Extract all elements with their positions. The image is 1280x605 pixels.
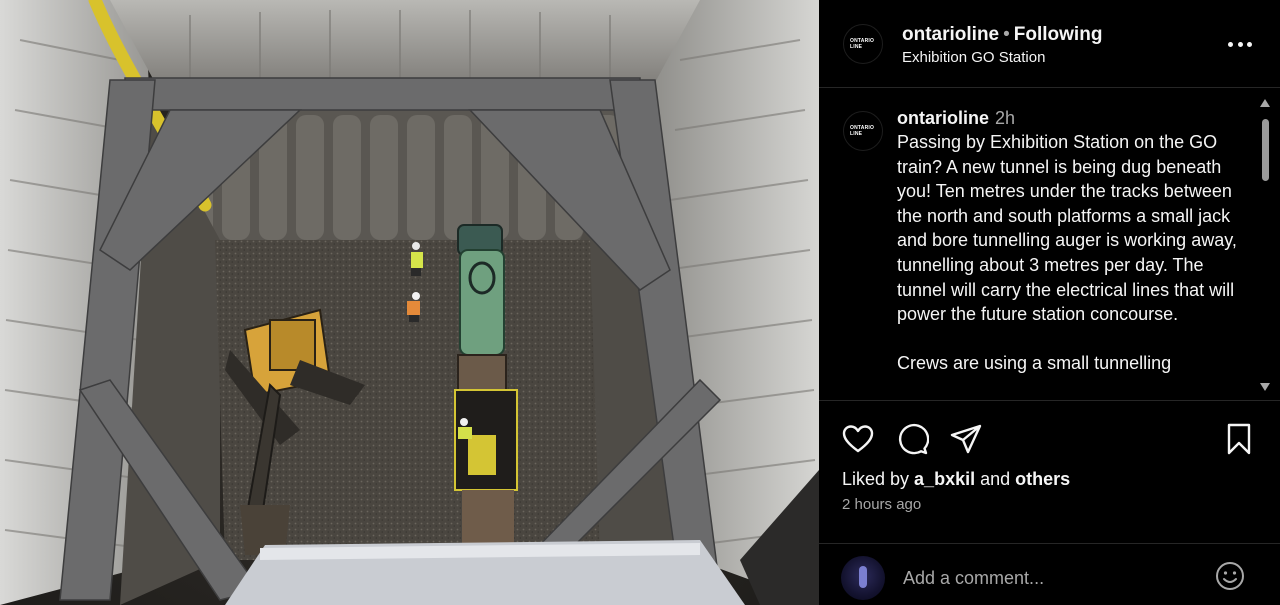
caption-author-avatar[interactable]: ONTARIO LINE bbox=[843, 111, 883, 151]
author-username[interactable]: ontarioline bbox=[902, 24, 999, 45]
liked-and: and bbox=[975, 469, 1016, 489]
header-title-line: ontarioline • Following bbox=[902, 24, 1102, 46]
current-user-avatar bbox=[841, 556, 885, 600]
author-avatar[interactable]: ONTARIO LINE bbox=[843, 24, 883, 64]
post-photo[interactable] bbox=[0, 0, 819, 605]
post-header: ONTARIO LINE ontarioline • Following Exhib… bbox=[819, 0, 1280, 88]
avatar-figure bbox=[859, 566, 867, 588]
likes-summary[interactable]: Liked by a_bxkil and others bbox=[842, 469, 1070, 490]
separator-dot: • bbox=[1003, 24, 1010, 45]
caption-body: ontarioline 2h Passing by Exhibition Stat… bbox=[897, 106, 1242, 376]
heart-icon[interactable] bbox=[841, 422, 875, 456]
emoji-icon[interactable] bbox=[1214, 560, 1246, 592]
scroll-up-arrow-icon[interactable] bbox=[1260, 99, 1270, 107]
more-dot bbox=[1228, 41, 1233, 47]
more-dot bbox=[1247, 41, 1252, 47]
liked-user-link[interactable]: a_bxkil bbox=[914, 469, 975, 489]
caption-username[interactable]: ontarioline bbox=[897, 108, 989, 128]
caption-section[interactable]: ONTARIO LINE ontarioline 2h Passing by Ex… bbox=[819, 89, 1280, 401]
post-actions: Liked by a_bxkil and others 2 hours ago bbox=[819, 402, 1280, 542]
more-dot bbox=[1237, 41, 1243, 47]
post-side-panel: ONTARIO LINE ontarioline • Following Exhib… bbox=[819, 0, 1280, 605]
caption-scrollbar[interactable] bbox=[1258, 93, 1272, 397]
scrollbar-thumb[interactable] bbox=[1262, 119, 1269, 181]
caption-text: Passing by Exhibition Station on the GO … bbox=[897, 132, 1237, 374]
more-options-icon[interactable] bbox=[1228, 34, 1252, 54]
liked-others-link[interactable]: others bbox=[1015, 469, 1070, 489]
comment-icon[interactable] bbox=[895, 422, 929, 456]
bookmark-icon[interactable] bbox=[1222, 422, 1256, 456]
comment-input[interactable] bbox=[903, 566, 1193, 590]
header-text: ontarioline • Following Exhibition GO Stat… bbox=[902, 24, 1102, 68]
caption-header: ontarioline 2h bbox=[897, 106, 1242, 130]
tunnel-shaft-photo bbox=[0, 0, 819, 605]
avatar-logo-text-line2: LINE bbox=[850, 44, 863, 50]
scroll-down-arrow-icon[interactable] bbox=[1260, 383, 1270, 391]
follow-status-button[interactable]: Following bbox=[1014, 24, 1103, 45]
liked-prefix: Liked by bbox=[842, 469, 915, 489]
post-timestamp: 2 hours ago bbox=[842, 496, 922, 513]
comment-bar bbox=[819, 543, 1280, 605]
avatar-logo-text-line2: LINE bbox=[850, 131, 863, 137]
send-icon[interactable] bbox=[949, 422, 983, 456]
post-location-link[interactable]: Exhibition GO Station bbox=[902, 48, 1102, 68]
caption-time: 2h bbox=[995, 108, 1016, 128]
